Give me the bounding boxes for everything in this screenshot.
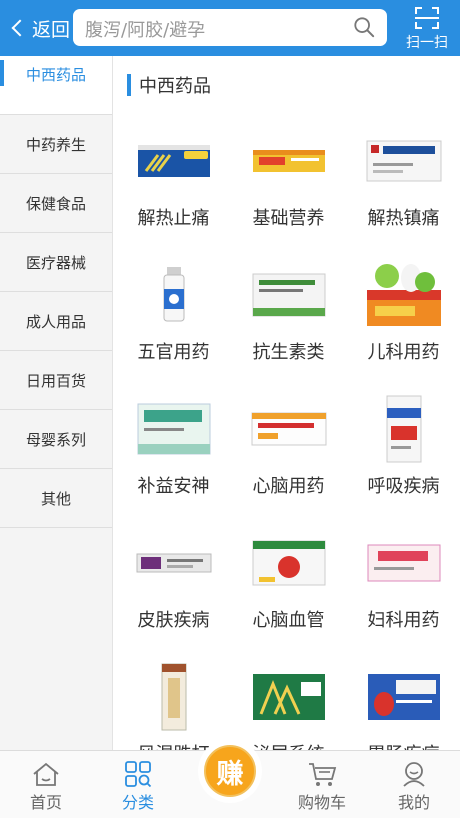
- sidebar-item-label: 保健食品: [25, 194, 86, 213]
- home-icon: [33, 762, 59, 786]
- category-tile[interactable]: 心脑用药: [231, 388, 346, 523]
- sidebar-item-other[interactable]: 其他: [0, 469, 112, 528]
- tab-mine[interactable]: 我的: [368, 751, 460, 818]
- category-tile[interactable]: 皮肤疾病: [116, 522, 231, 657]
- category-label: 抗生素类: [252, 342, 325, 363]
- category-label: 基础营养: [252, 208, 325, 229]
- sidebar-item-label: 母婴系列: [25, 430, 86, 449]
- user-icon: [403, 762, 425, 787]
- tab-label: 分类: [121, 793, 154, 812]
- category-label: 皮肤疾病: [137, 610, 210, 631]
- section-title: 中西药品: [127, 74, 211, 97]
- back-label: 返回: [32, 18, 71, 41]
- section-title-text: 中西药品: [139, 76, 211, 97]
- tab-label: 购物车: [297, 793, 346, 812]
- earn-label: 赚: [204, 745, 256, 797]
- category-label: 补益安神: [137, 476, 210, 497]
- category-label: 胃肠疾病: [346, 740, 460, 750]
- category-label: 心脑用药: [252, 476, 325, 497]
- cart-icon: [309, 763, 337, 786]
- category-label: 心脑血管: [252, 610, 325, 631]
- tab-label: 首页: [29, 793, 62, 812]
- tab-cart[interactable]: 购物车: [276, 751, 368, 818]
- category-label: 解热镇痛: [367, 208, 440, 229]
- sidebar-item-label: 中西药品: [25, 66, 86, 84]
- medicine-box-blue-icon: [134, 124, 214, 198]
- sidebar-item-label: 日用百货: [25, 371, 86, 390]
- bottom-nav: 首页 分类 赚 购物车 我的: [0, 739, 460, 818]
- search-placeholder: 腹泻/阿胶/避孕: [85, 20, 206, 41]
- category-tile[interactable]: 呼吸疾病: [346, 388, 460, 523]
- category-label: 呼吸疾病: [367, 476, 440, 497]
- category-tile[interactable]: 胃肠疾病: [346, 656, 460, 750]
- category-label: 妇科用药: [367, 610, 440, 631]
- sidebar-item-mother-baby[interactable]: 母婴系列: [0, 410, 112, 469]
- sidebar-item-label: 成人用品: [25, 312, 86, 331]
- category-tile[interactable]: 风湿跌打: [116, 656, 231, 750]
- tab-home[interactable]: 首页: [0, 751, 92, 818]
- category-tile[interactable]: 解热止痛: [116, 120, 231, 255]
- category-sidebar: 中西药品 中药养生 保健食品 医疗器械 成人用品 日用百货 母婴系列 其他: [0, 56, 113, 750]
- scan-button[interactable]: 扫一扫: [402, 4, 452, 52]
- category-content: 中西药品 解热止痛 基础营养 解热镇痛 五官用药 抗生素类 儿科用药 补益安神 …: [114, 56, 460, 750]
- section-accent-bar: [127, 74, 131, 96]
- tab-category[interactable]: 分类: [92, 751, 184, 818]
- back-button[interactable]: 返回: [8, 12, 70, 44]
- sidebar-item-western-chinese-medicine[interactable]: 中西药品: [0, 56, 112, 115]
- ointment-tube-icon: [134, 526, 214, 600]
- category-label: 解热止痛: [137, 208, 210, 229]
- sidebar-item-health-food[interactable]: 保健食品: [0, 174, 112, 233]
- sidebar-item-label: 其他: [40, 489, 71, 508]
- kids-medicine-box-icon: [364, 258, 444, 332]
- category-tile[interactable]: 基础营养: [231, 120, 346, 255]
- medicine-box-green-icon: [249, 258, 329, 332]
- medicine-box-orange-stripe-icon: [249, 392, 329, 466]
- tab-label: 我的: [397, 793, 430, 812]
- top-bar: 返回 腹泻/阿胶/避孕 扫一扫: [0, 0, 460, 56]
- medicine-bottle-icon: [134, 258, 214, 332]
- category-tile[interactable]: 泌尿系统: [231, 656, 346, 750]
- medicine-box-blue-red-icon: [364, 660, 444, 734]
- medicine-box-white-icon: [364, 124, 444, 198]
- category-tile[interactable]: 五官用药: [116, 254, 231, 389]
- category-icon: [125, 761, 152, 787]
- sidebar-item-adult-products[interactable]: 成人用品: [0, 292, 112, 351]
- category-tile[interactable]: 解热镇痛: [346, 120, 460, 255]
- sidebar-item-label: 医疗器械: [25, 253, 86, 272]
- category-tile[interactable]: 儿科用药: [346, 254, 460, 389]
- sidebar-item-medical-devices[interactable]: 医疗器械: [0, 233, 112, 292]
- category-label: 五官用药: [137, 342, 210, 363]
- medicine-box-red-blue-icon: [364, 392, 444, 466]
- medicine-box-teal-icon: [134, 392, 214, 466]
- medicine-box-green-gold-icon: [249, 660, 329, 734]
- medicine-box-orange-icon: [249, 124, 329, 198]
- medicine-box-pink-icon: [364, 526, 444, 600]
- scan-icon: [415, 7, 439, 29]
- sidebar-item-daily-goods[interactable]: 日用百货: [0, 351, 112, 410]
- chevron-left-icon: [11, 19, 29, 37]
- category-tile[interactable]: 抗生素类: [231, 254, 346, 389]
- category-tile[interactable]: 补益安神: [116, 388, 231, 523]
- sidebar-item-herbal-wellness[interactable]: 中药养生: [0, 115, 112, 174]
- category-tile[interactable]: 妇科用药: [346, 522, 460, 657]
- earn-button[interactable]: 赚: [198, 739, 262, 803]
- category-label: 儿科用药: [367, 342, 440, 363]
- scan-label: 扫一扫: [406, 35, 448, 51]
- category-tile[interactable]: 心脑血管: [231, 522, 346, 657]
- search-input[interactable]: 腹泻/阿胶/避孕: [73, 9, 387, 46]
- sidebar-item-label: 中药养生: [25, 135, 86, 154]
- medicine-box-tall-icon: [134, 660, 214, 734]
- search-icon[interactable]: [353, 16, 375, 38]
- medicine-box-red-green-icon: [249, 526, 329, 600]
